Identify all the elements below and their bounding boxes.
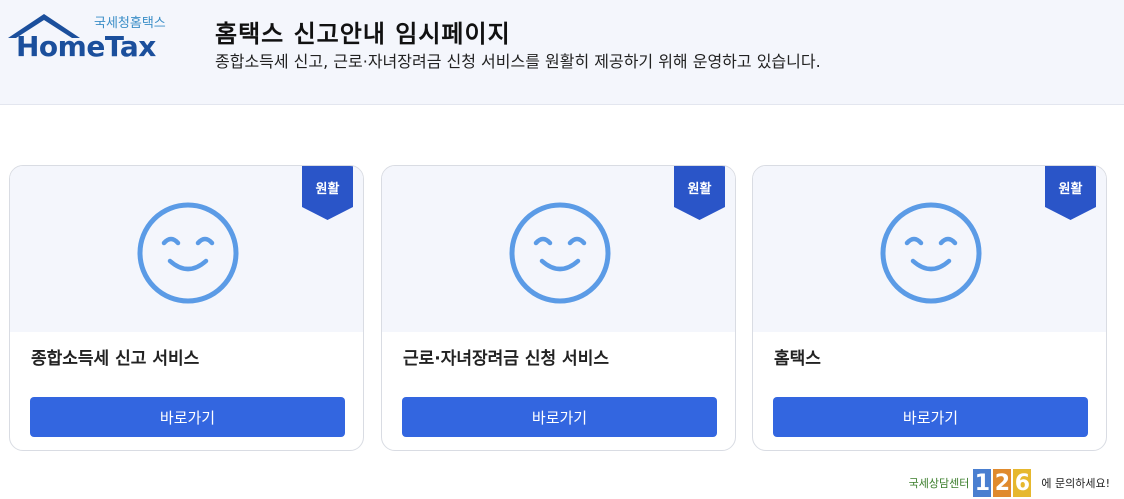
number-digit: 1 <box>973 469 992 497</box>
go-button-hometax[interactable]: 바로가기 <box>773 397 1088 437</box>
number-digit: 2 <box>993 469 1012 497</box>
status-badge: 원활 <box>302 166 353 220</box>
center-number: 1 2 6 <box>973 469 1032 497</box>
smile-face-icon <box>137 202 239 304</box>
card-title: 종합소득세 신고 서비스 <box>31 349 200 369</box>
page-title: 홈택스 신고안내 임시페이지 <box>215 20 511 48</box>
service-card-incentive: 원활 근로·자녀장려금 신청 서비스 바로가기 <box>381 165 736 451</box>
tax-consultation-center: 국세상담센터 1 2 6 에 문의하세요! <box>909 468 1110 498</box>
status-label: 원활 <box>687 182 712 197</box>
go-button-income-tax[interactable]: 바로가기 <box>30 397 345 437</box>
status-badge: 원활 <box>1045 166 1096 220</box>
card-title: 홈택스 <box>774 349 821 369</box>
service-card-hometax: 원활 홈택스 바로가기 <box>752 165 1107 451</box>
status-label: 원활 <box>315 182 340 197</box>
card-title: 근로·자녀장려금 신청 서비스 <box>403 349 609 369</box>
logo-subtitle: 국세청홈택스 <box>94 16 166 31</box>
page-header: 국세청홈택스 HomeTax 홈택스 신고안내 임시페이지 종합소득세 신고, … <box>0 0 1124 105</box>
card-visual: 원활 <box>382 166 735 332</box>
number-digit: 6 <box>1013 469 1032 497</box>
card-visual: 원활 <box>10 166 363 332</box>
center-label: 국세상담센터 <box>908 477 970 490</box>
contact-prompt: 에 문의하세요! <box>1041 477 1110 490</box>
smile-face-icon <box>880 202 982 304</box>
page-description: 종합소득세 신고, 근로·자녀장려금 신청 서비스를 원활히 제공하기 위해 운… <box>215 52 821 71</box>
status-label: 원활 <box>1058 182 1083 197</box>
card-visual: 원활 <box>753 166 1106 332</box>
service-card-income-tax: 원활 종합소득세 신고 서비스 바로가기 <box>9 165 364 451</box>
smile-face-icon <box>509 202 611 304</box>
hometax-logo[interactable]: 국세청홈택스 HomeTax <box>8 8 180 66</box>
go-button-incentive[interactable]: 바로가기 <box>402 397 717 437</box>
logo-wordmark: HomeTax <box>16 30 156 63</box>
status-badge: 원활 <box>674 166 725 220</box>
